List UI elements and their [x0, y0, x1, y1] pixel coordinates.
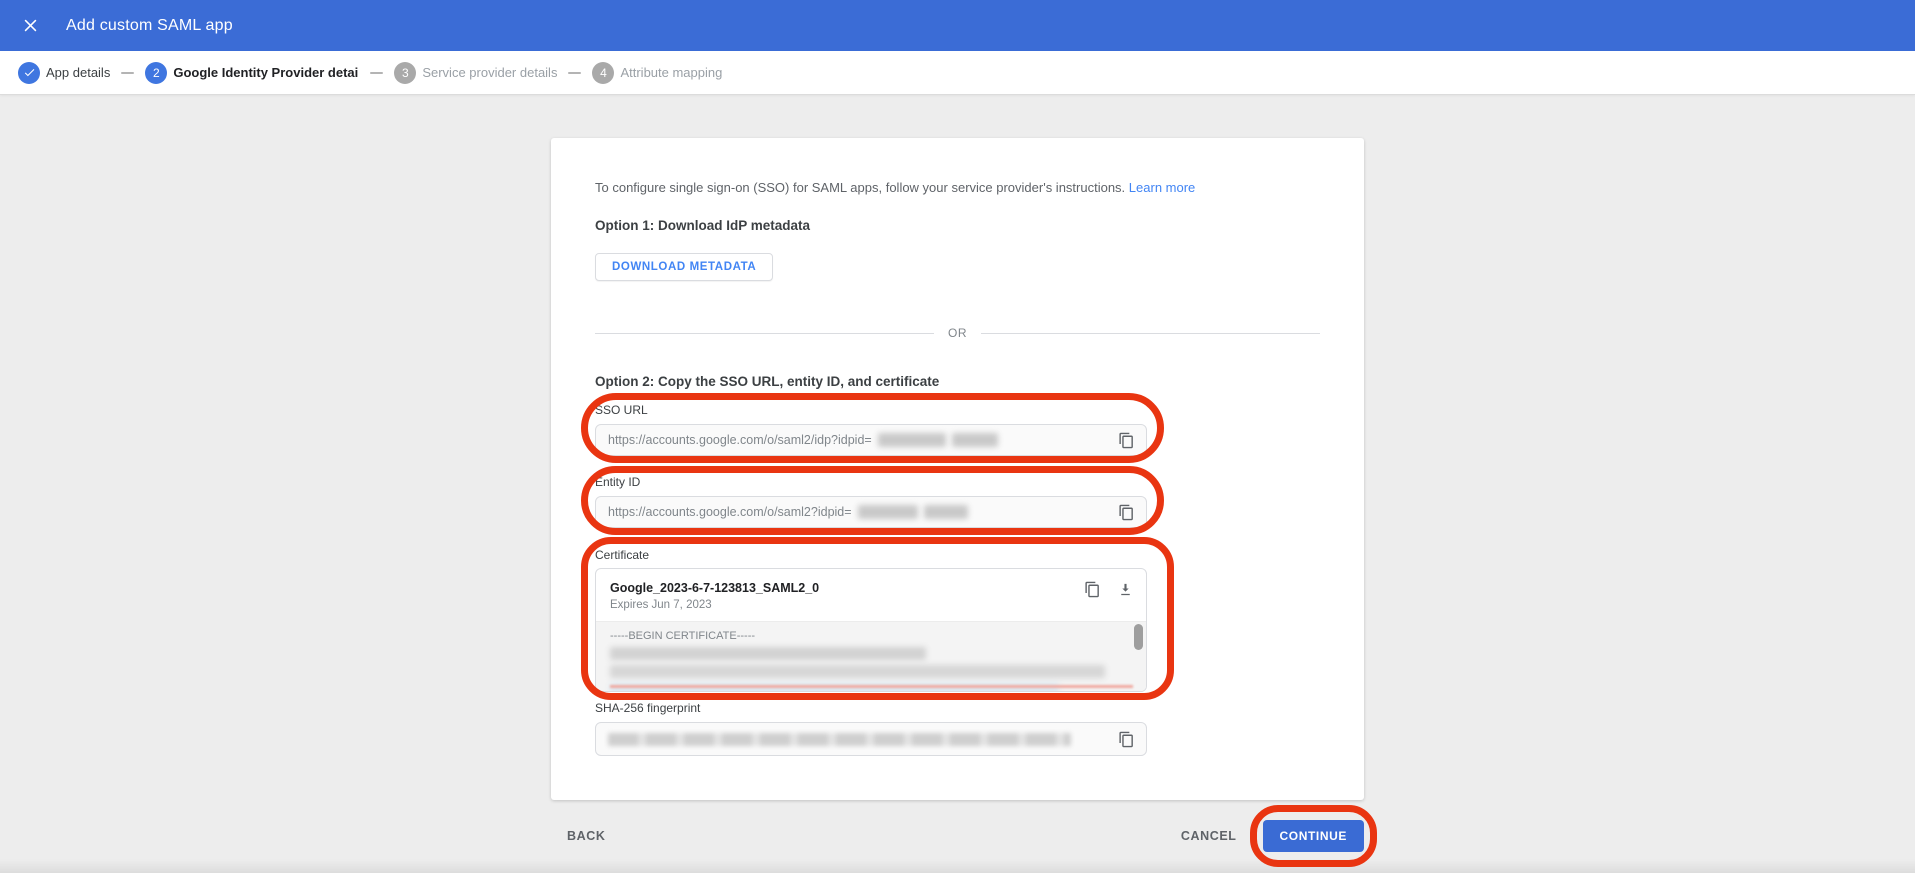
learn-more-link[interactable]: Learn more	[1129, 180, 1195, 195]
dialog-title: Add custom SAML app	[66, 17, 233, 35]
close-button[interactable]	[16, 12, 44, 40]
close-icon	[22, 17, 39, 34]
dialog-header: Add custom SAML app	[0, 0, 1915, 51]
copy-icon	[1118, 731, 1135, 748]
copy-icon	[1084, 581, 1101, 598]
download-metadata-button[interactable]: DOWNLOAD METADATA	[595, 253, 773, 281]
stepper-step-app-details[interactable]: App details	[18, 62, 110, 84]
certificate-header: Google_2023-6-7-123813_SAML2_0 Expires J…	[596, 569, 1146, 621]
step-connector	[568, 72, 581, 74]
redacted-value	[952, 433, 998, 447]
stepper-step-attribute-mapping[interactable]: 4 Attribute mapping	[592, 62, 722, 84]
sso-url-label: SSO URL	[595, 403, 1147, 417]
certificate-begin-line: -----BEGIN CERTIFICATE-----	[610, 630, 1120, 642]
certificate-scrollbar[interactable]	[1134, 624, 1143, 650]
step-label: App details	[46, 65, 110, 80]
certificate-box: Google_2023-6-7-123813_SAML2_0 Expires J…	[595, 568, 1147, 692]
back-button[interactable]: BACK	[567, 829, 606, 843]
option1-heading: Option 1: Download IdP metadata	[595, 218, 1320, 233]
sha-fingerprint-copy-button[interactable]	[1117, 730, 1135, 748]
stepper-step-idp-details[interactable]: 2 Google Identity Provider details	[145, 62, 359, 84]
redacted-certificate-line	[610, 665, 1105, 678]
copy-icon	[1118, 432, 1135, 449]
step-label: Google Identity Provider details	[173, 65, 359, 80]
intro-text: To configure single sign-on (SSO) for SA…	[595, 180, 1320, 196]
certificate-expiry: Expires Jun 7, 2023	[610, 599, 1132, 611]
divider-line	[595, 333, 934, 334]
or-label: OR	[934, 326, 981, 340]
sso-url-copy-button[interactable]	[1117, 431, 1135, 449]
check-icon	[23, 66, 36, 79]
copy-icon	[1118, 504, 1135, 521]
download-icon	[1117, 581, 1134, 598]
sso-url-value: https://accounts.google.com/o/saml2/idp?…	[608, 433, 872, 447]
step-label: Attribute mapping	[620, 65, 722, 80]
sso-url-input[interactable]: https://accounts.google.com/o/saml2/idp?…	[595, 424, 1147, 456]
continue-button-wrap: CONTINUE	[1263, 820, 1364, 852]
certificate-label: Certificate	[595, 548, 1147, 562]
sso-url-field-group: SSO URL https://accounts.google.com/o/sa…	[595, 403, 1147, 456]
intro-sentence: To configure single sign-on (SSO) for SA…	[595, 180, 1125, 195]
step-complete-circle	[18, 62, 40, 84]
divider-line	[981, 333, 1320, 334]
step-number-circle: 4	[592, 62, 614, 84]
certificate-name: Google_2023-6-7-123813_SAML2_0	[610, 581, 1132, 595]
step-connector	[370, 72, 383, 74]
certificate-field-group: Certificate Google_2023-6-7-123813_SAML2…	[595, 548, 1147, 692]
cancel-button[interactable]: CANCEL	[1181, 829, 1237, 843]
redacted-value	[924, 505, 968, 519]
bottom-shade	[0, 859, 1915, 873]
redacted-certificate-line	[610, 647, 926, 660]
entity-id-label: Entity ID	[595, 475, 1147, 489]
certificate-body[interactable]: -----BEGIN CERTIFICATE-----	[596, 621, 1146, 691]
entity-id-copy-button[interactable]	[1117, 503, 1135, 521]
continue-button[interactable]: CONTINUE	[1263, 820, 1364, 852]
step-label: Service provider details	[422, 65, 557, 80]
certificate-actions	[1084, 581, 1134, 598]
sha-fingerprint-field-group: SHA-256 fingerprint	[595, 701, 1147, 756]
redacted-value	[858, 505, 918, 519]
redacted-value	[608, 733, 1071, 746]
entity-id-input[interactable]: https://accounts.google.com/o/saml2?idpi…	[595, 496, 1147, 528]
stepper-step-service-provider[interactable]: 3 Service provider details	[394, 62, 557, 84]
certificate-download-button[interactable]	[1117, 581, 1134, 598]
idp-details-card: To configure single sign-on (SSO) for SA…	[551, 138, 1364, 800]
wizard-footer: BACK CANCEL CONTINUE	[551, 820, 1364, 852]
certificate-copy-button[interactable]	[1084, 581, 1101, 598]
sha-fingerprint-input[interactable]	[595, 722, 1147, 756]
step-connector	[121, 72, 134, 74]
redacted-value	[878, 433, 946, 447]
or-divider: OR	[595, 326, 1320, 340]
step-number-circle: 3	[394, 62, 416, 84]
footer-right-actions: CANCEL CONTINUE	[1181, 820, 1364, 852]
redacted-certificate-line	[610, 685, 1133, 688]
wizard-stepper: App details 2 Google Identity Provider d…	[0, 51, 1915, 95]
step-number-circle: 2	[145, 62, 167, 84]
sha-fingerprint-label: SHA-256 fingerprint	[595, 701, 1147, 715]
option2-heading: Option 2: Copy the SSO URL, entity ID, a…	[595, 374, 1320, 389]
entity-id-field-group: Entity ID https://accounts.google.com/o/…	[595, 475, 1147, 528]
entity-id-value: https://accounts.google.com/o/saml2?idpi…	[608, 505, 852, 519]
